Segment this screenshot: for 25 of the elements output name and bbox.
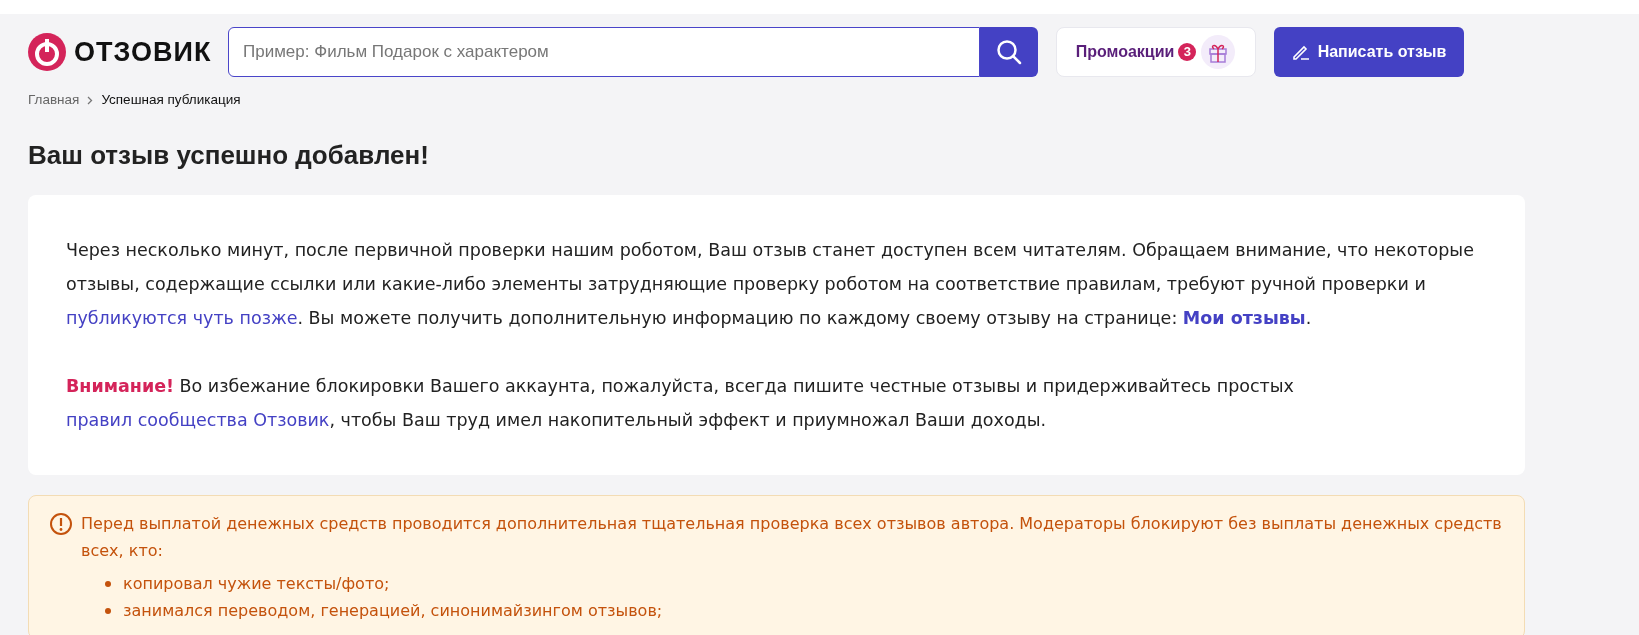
exclamation-icon <box>49 512 73 537</box>
logo-icon <box>28 33 66 71</box>
search-button[interactable] <box>980 27 1038 77</box>
chevron-icon <box>87 95 94 105</box>
write-review-button[interactable]: Написать отзыв <box>1274 27 1464 77</box>
logo-text[interactable]: ОТЗОВИК <box>74 31 212 73</box>
text-link[interactable]: Мои отзывы <box>1182 308 1306 329</box>
bullet-icon <box>105 580 111 587</box>
bullet-icon <box>105 607 111 614</box>
search-field[interactable]: Пример: Фильм Подарок с характером <box>228 27 980 77</box>
warning-text: Перед выплатой денежных средств проводится дополнительная тщательная проверка всех отзывов автора. Модераторы блокируют без выплаты денежных средств всех, кто: <box>81 513 1503 563</box>
search-icon <box>996 39 1022 65</box>
warning-list-item: занимался переводом, генерацией, синонимайзингом отзывов; <box>123 600 663 623</box>
text-link[interactable]: правил сообщества Отзовик <box>66 410 330 431</box>
page-title: Ваш отзыв успешно добавлен! <box>28 140 430 172</box>
gift-icon <box>1200 34 1237 70</box>
text-link[interactable]: публикуются чуть позже <box>66 308 298 329</box>
pencil-icon <box>1291 43 1310 61</box>
warning-list-item: копировал чужие тексты/фото; <box>123 573 390 596</box>
info-paragraph: Через несколько минут, после первичной проверки нашим роботом, Ваш отзыв станет доступен всем читателям. Обращаем внимание, что некоторые отзывы, содержащие ссылки или какие-либо элементы затрудняющие проверку роботом на соответствие правилам, требуют ручной проверки и публикуются чуть позже. Вы можете получить дополнительную информацию по каждому своему отзыву на странице: Мои отзывы. <box>66 239 1475 331</box>
breadcrumb-current: Успешная публикация <box>101 91 241 109</box>
count-badge: 3 <box>1178 43 1197 61</box>
info-paragraph: Внимание! Во избежание блокировки Вашего аккаунта, пожалуйста, всегда пишите честные отзывы и придерживайтесь простых правил сообщества Отзовик, чтобы Ваш труд имел накопительный эффект и приумножал Ваши доходы. <box>66 375 1295 433</box>
promo-button[interactable]: Промоакции 3 <box>1056 27 1256 77</box>
breadcrumb-link[interactable]: Главная <box>28 90 80 111</box>
